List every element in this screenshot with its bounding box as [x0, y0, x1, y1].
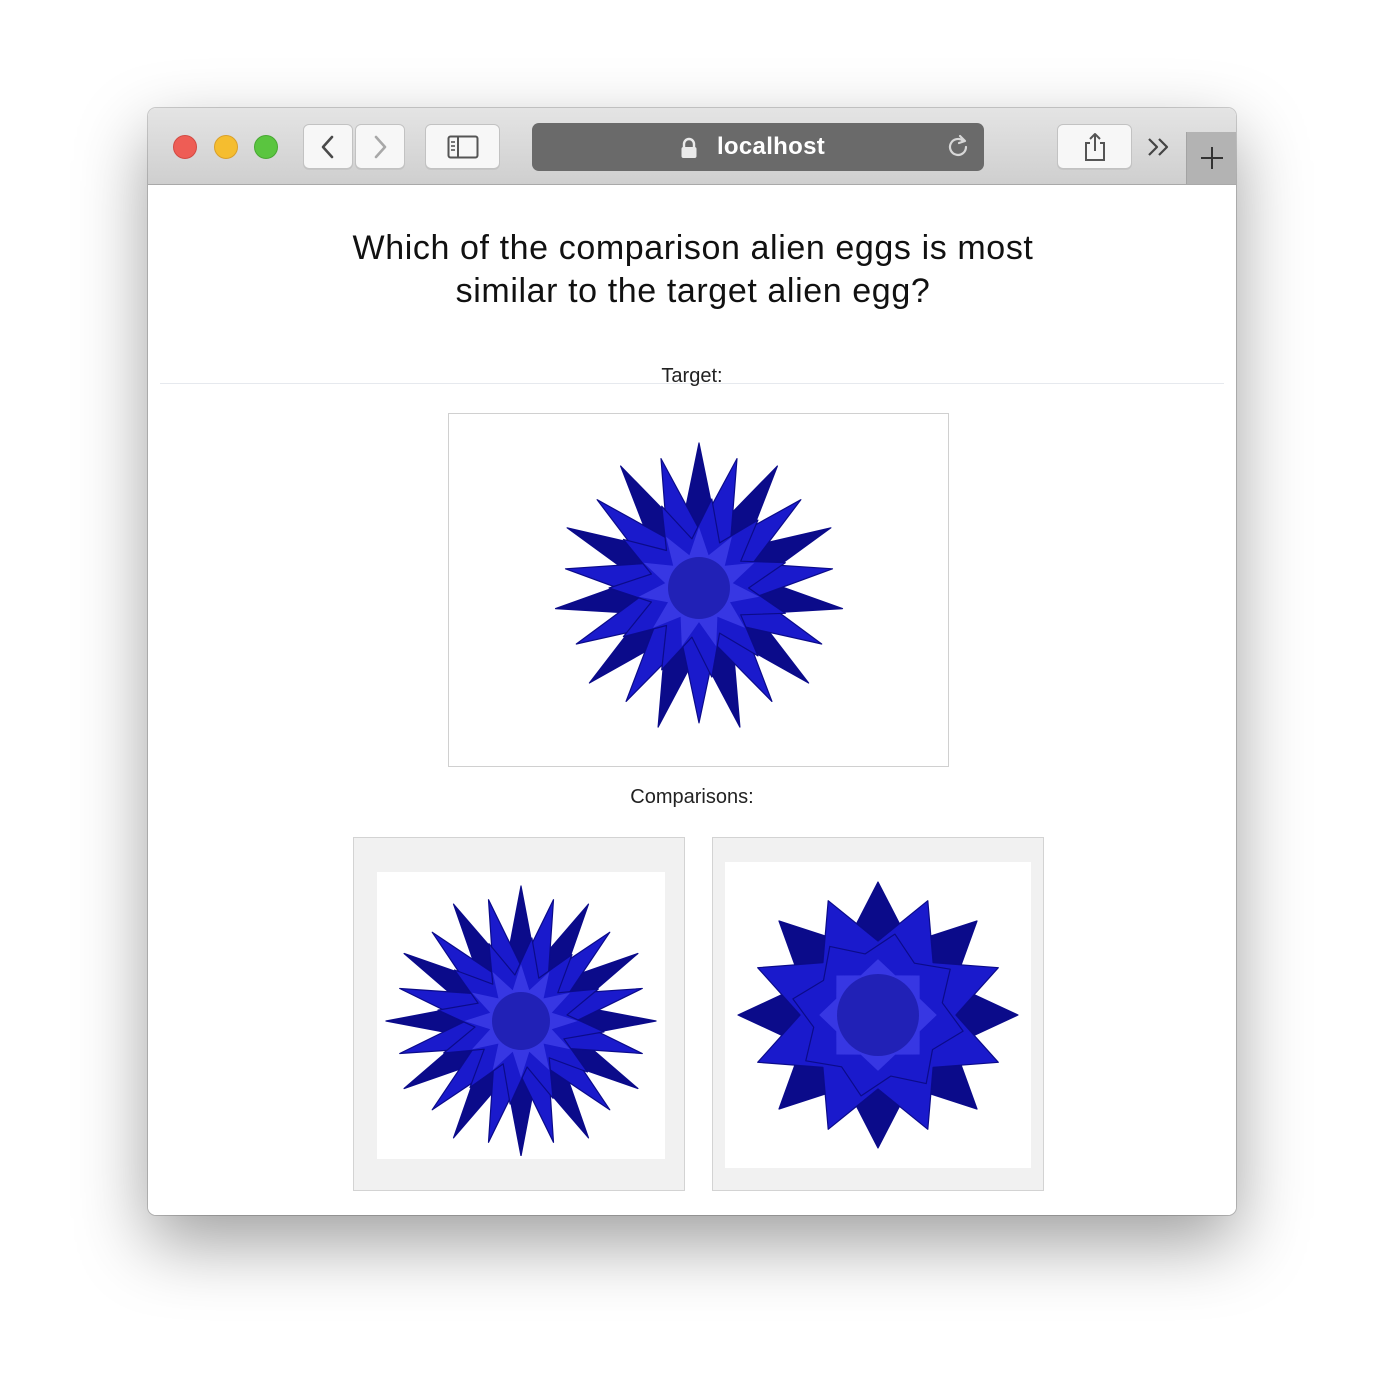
reload-icon[interactable] — [944, 133, 972, 161]
comparison-egg-1[interactable] — [353, 837, 685, 1191]
browser-toolbar: localhost — [148, 108, 1236, 185]
back-icon — [321, 135, 334, 158]
forward-button[interactable] — [355, 124, 405, 169]
share-button[interactable] — [1057, 124, 1132, 169]
new-tab-button[interactable] — [1186, 132, 1236, 184]
egg-core — [837, 974, 919, 1056]
egg-core — [667, 557, 730, 619]
target-egg-icon — [554, 442, 843, 728]
comparisons-label: Comparisons: — [630, 786, 754, 808]
comparison-egg-2-image — [725, 862, 1031, 1168]
address-text: localhost — [716, 133, 826, 160]
comparison-egg-2[interactable] — [712, 837, 1044, 1191]
plus-icon — [1200, 147, 1223, 169]
egg-core — [492, 991, 550, 1050]
comparison-egg-1-icon — [385, 884, 657, 1156]
lock-icon — [681, 137, 697, 158]
address-bar[interactable]: localhost — [532, 123, 984, 171]
close-window-button[interactable] — [173, 135, 197, 159]
comparison-egg-1-image — [377, 872, 665, 1159]
overflow-icon[interactable] — [1144, 132, 1174, 162]
target-egg-image — [448, 413, 949, 767]
sidebar-icon — [447, 135, 478, 158]
minimize-window-button[interactable] — [214, 135, 238, 159]
question-heading: Which of the comparison alien eggs is mo… — [308, 227, 1078, 313]
forward-icon — [374, 135, 387, 158]
comparison-egg-2-icon — [737, 881, 1019, 1149]
share-icon — [1084, 132, 1105, 161]
browser-window: localhost Which of the comparison alien … — [148, 108, 1236, 1215]
sidebar-button[interactable] — [425, 124, 500, 169]
target-label: Target: — [661, 365, 723, 387]
page-content: Which of the comparison alien eggs is mo… — [148, 185, 1236, 1215]
back-button[interactable] — [303, 124, 353, 169]
zoom-window-button[interactable] — [254, 135, 278, 159]
question-line-1: Which of the comparison alien eggs is mo… — [352, 229, 1034, 267]
question-line-2: similar to the target alien egg? — [455, 272, 931, 310]
